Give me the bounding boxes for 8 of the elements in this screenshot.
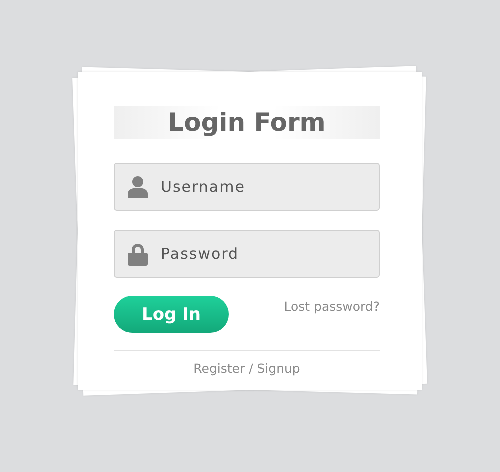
password-field[interactable]: Password [114,230,380,278]
username-field[interactable]: Username [114,163,380,211]
lost-password-link[interactable]: Lost password? [284,299,380,314]
user-icon [128,176,148,198]
lock-icon [128,243,148,266]
form-title: Login Form [114,106,380,139]
register-link[interactable]: Register / Signup [194,361,300,376]
login-button[interactable]: Log In [114,296,229,333]
